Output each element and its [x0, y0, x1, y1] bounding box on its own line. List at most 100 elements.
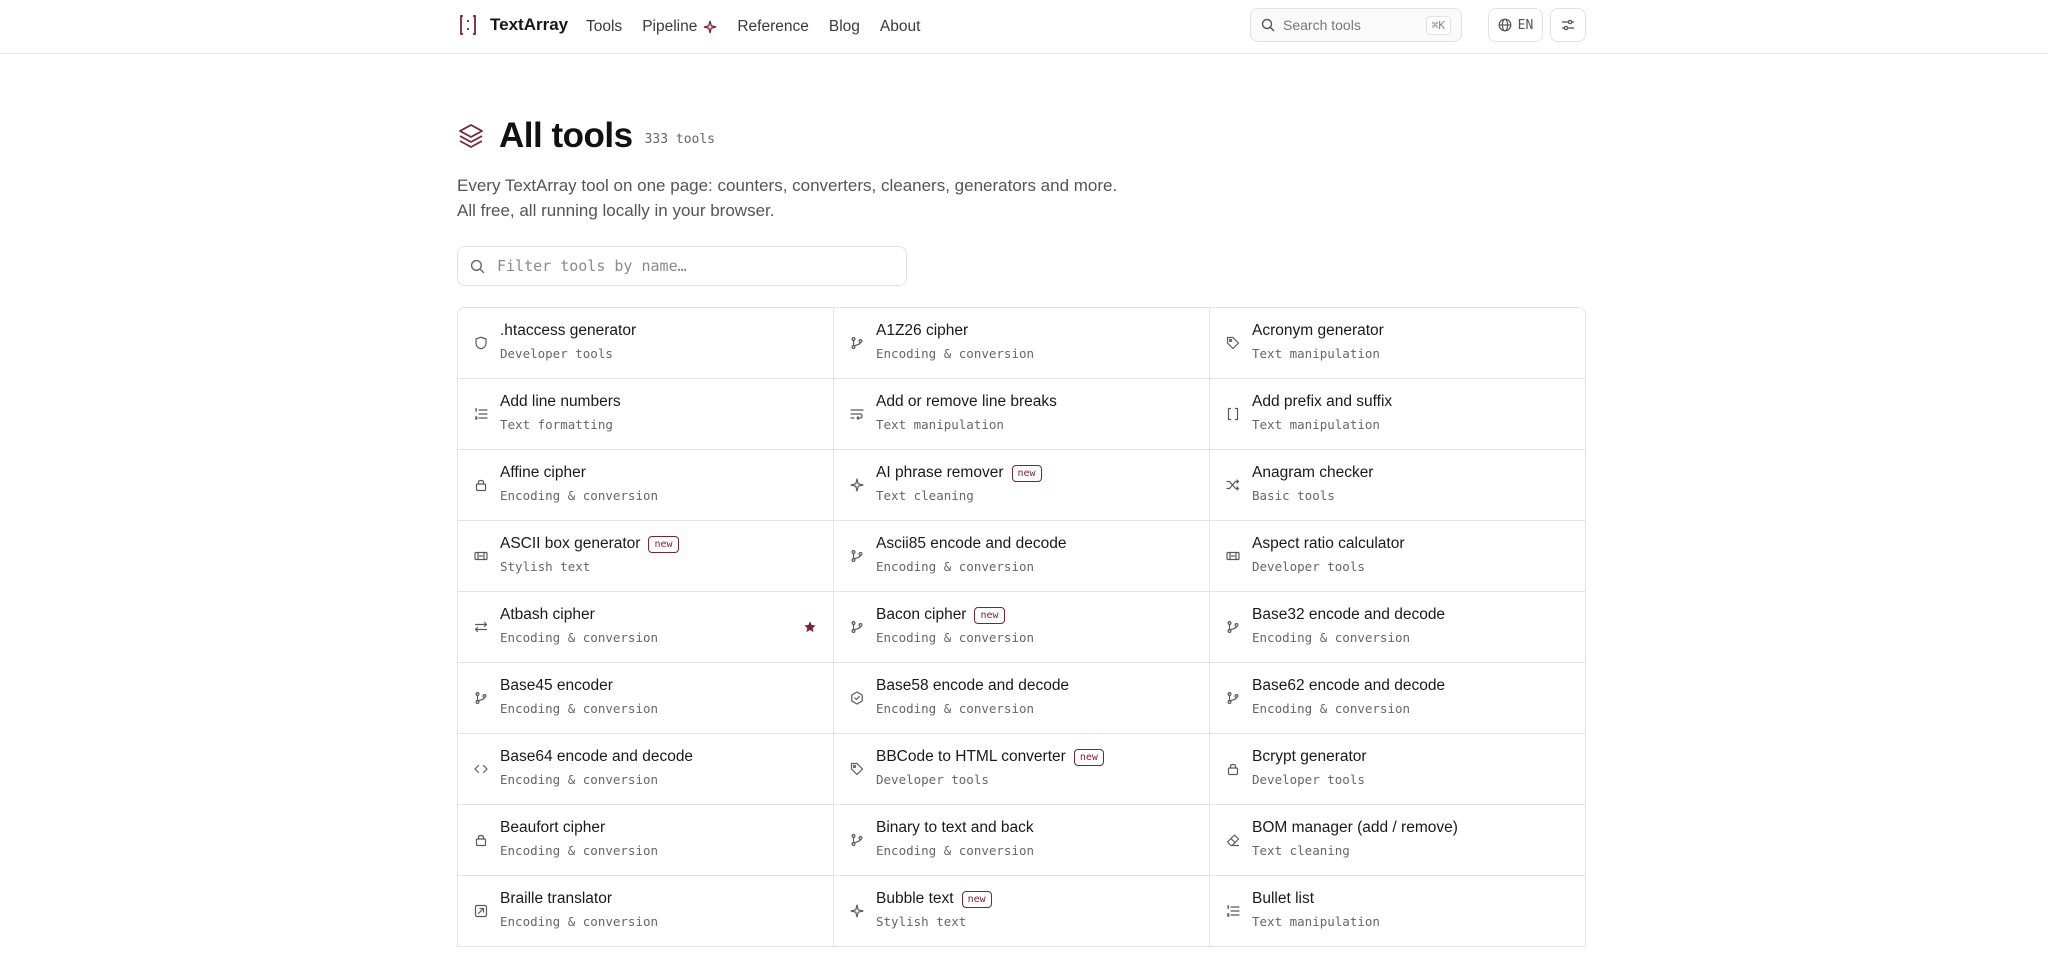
shuffle-icon	[1226, 478, 1240, 492]
tool-name-row: Add line numbers	[500, 393, 621, 411]
layers-icon	[459, 124, 483, 148]
shield-icon	[474, 336, 488, 350]
tool-name: Affine cipher	[500, 464, 586, 481]
nav-about[interactable]: About	[880, 18, 921, 36]
nav-reference[interactable]: Reference	[737, 18, 809, 36]
top-navigation-bar: TextArray Tools Pipeline Reference Blog …	[0, 0, 2048, 54]
search-icon	[1261, 18, 1275, 32]
tool-card[interactable]: Bubble text new Stylish text	[834, 876, 1210, 947]
tool-name-row: Bacon cipher new	[876, 606, 1005, 624]
tool-card[interactable]: Add or remove line breaks Text manipulati…	[834, 379, 1210, 450]
sparkle-icon	[850, 904, 864, 918]
nav-blog[interactable]: Blog	[829, 18, 860, 36]
tool-card[interactable]: Base62 encode and decode Encoding & conve…	[1210, 663, 1585, 734]
filter-field[interactable]	[457, 246, 907, 286]
brackets-icon	[1226, 407, 1240, 421]
tool-card[interactable]: Base58 encode and decode Encoding & conve…	[834, 663, 1210, 734]
tool-card[interactable]: BOM manager (add / remove) Text cleaning	[1210, 805, 1585, 876]
tool-category: Encoding & conversion	[876, 346, 1035, 361]
tool-card[interactable]: Affine cipher Encoding & conversion	[458, 450, 834, 521]
git-branch-icon	[850, 549, 864, 563]
tool-card[interactable]: Bcrypt generator Developer tools	[1210, 734, 1585, 805]
new-badge: new	[1011, 464, 1042, 482]
braille-icon	[474, 904, 488, 918]
tool-card[interactable]: Base64 encode and decode Encoding & conve…	[458, 734, 834, 805]
tool-category: Text manipulation	[1252, 914, 1380, 929]
tool-name-row: AI phrase remover new	[876, 464, 1042, 482]
ticket-icon	[474, 549, 488, 563]
tool-card[interactable]: .htaccess generator Developer tools	[458, 308, 834, 379]
favorite-star-icon[interactable]	[803, 620, 817, 634]
nav-about-label: About	[879, 17, 921, 35]
tool-name-row: ASCII box generator new	[500, 535, 679, 553]
tool-name: Add prefix and suffix	[1252, 393, 1393, 410]
tool-category: Encoding & conversion	[500, 914, 659, 929]
tool-card[interactable]: Atbash cipher Encoding & conversion	[458, 592, 834, 663]
lock-icon	[474, 833, 488, 847]
tool-name: Acronym generator	[1252, 322, 1384, 339]
sliders-icon	[1562, 19, 1574, 31]
tool-category: Developer tools	[1252, 559, 1365, 574]
tool-card[interactable]: Bacon cipher new Encoding & conversion	[834, 592, 1210, 663]
settings-button[interactable]	[1550, 8, 1586, 42]
language-switcher[interactable]: EN	[1488, 8, 1543, 42]
nav-reference-label: Reference	[737, 17, 809, 35]
tool-card[interactable]: Acronym generator Text manipulation	[1210, 308, 1585, 379]
list-numbered-icon	[1226, 904, 1240, 918]
language-label: EN	[1517, 17, 1534, 33]
tool-card[interactable]: BBCode to HTML converter new Developer too…	[834, 734, 1210, 805]
sparkle-icon	[850, 478, 864, 492]
tool-card[interactable]: AI phrase remover new Text cleaning	[834, 450, 1210, 521]
tool-card[interactable]: Bullet list Text manipulation	[1210, 876, 1585, 947]
tool-card[interactable]: Beaufort cipher Encoding & conversion	[458, 805, 834, 876]
tool-category: Encoding & conversion	[500, 701, 659, 716]
tool-name: Base58 encode and decode	[876, 677, 1070, 694]
tool-name: Add or remove line breaks	[876, 393, 1057, 410]
search-shortcut: ⌘K	[1425, 15, 1451, 35]
tool-name-row: Ascii85 encode and decode	[876, 535, 1066, 553]
git-branch-icon	[850, 620, 864, 634]
tool-name: Bacon cipher	[876, 606, 967, 623]
tool-category: Developer tools	[1252, 772, 1365, 787]
tool-card[interactable]: Base32 encode and decode Encoding & conve…	[1210, 592, 1585, 663]
swap-icon	[474, 620, 488, 634]
tool-category: Encoding & conversion	[876, 630, 1035, 645]
tool-name-row: BBCode to HTML converter new	[876, 748, 1104, 766]
tool-card[interactable]: Base45 encoder Encoding & conversion	[458, 663, 834, 734]
tool-name-row: Aspect ratio calculator	[1252, 535, 1405, 553]
nav-tools[interactable]: Tools	[586, 18, 622, 36]
list-numbered-icon	[474, 407, 488, 421]
tool-name-row: A1Z26 cipher	[876, 322, 968, 340]
new-badge: new	[648, 535, 679, 553]
tool-name-row: BOM manager (add / remove)	[1252, 819, 1458, 837]
tool-name-row: Base32 encode and decode	[1252, 606, 1445, 624]
tool-card[interactable]: Add prefix and suffix Text manipulation	[1210, 379, 1585, 450]
tool-name: Braille translator	[500, 890, 612, 907]
tool-card[interactable]: Add line numbers Text formatting	[458, 379, 834, 450]
tool-card[interactable]: Aspect ratio calculator Developer tools	[1210, 521, 1585, 592]
new-badge: new	[1073, 748, 1104, 766]
tool-category: Encoding & conversion	[500, 630, 659, 645]
tool-category: Text formatting	[500, 417, 613, 432]
tool-category: Developer tools	[500, 346, 613, 361]
tool-card[interactable]: A1Z26 cipher Encoding & conversion	[834, 308, 1210, 379]
tool-card[interactable]: ASCII box generator new Stylish text	[458, 521, 834, 592]
tool-card[interactable]: Anagram checker Basic tools	[1210, 450, 1585, 521]
tool-name: Atbash cipher	[500, 606, 595, 623]
new-badge: new	[961, 890, 992, 908]
tool-card[interactable]: Braille translator Encoding & conversion	[458, 876, 834, 947]
tool-name: Aspect ratio calculator	[1252, 535, 1405, 552]
tool-card[interactable]: Binary to text and back Encoding & conver…	[834, 805, 1210, 876]
tool-category: Encoding & conversion	[500, 772, 659, 787]
tool-category: Text manipulation	[876, 417, 1004, 432]
tool-name: Bullet list	[1252, 890, 1315, 907]
tool-category: Encoding & conversion	[876, 559, 1035, 574]
tool-category: Encoding & conversion	[876, 701, 1035, 716]
search-tools-button[interactable]: Search tools ⌘K	[1250, 8, 1462, 42]
filter-input[interactable]	[495, 256, 894, 276]
brand-logo-link[interactable]: TextArray	[458, 14, 568, 36]
tool-card[interactable]: Ascii85 encode and decode Encoding & conv…	[834, 521, 1210, 592]
nav-pipeline[interactable]: Pipeline	[642, 18, 717, 36]
tool-name-row: Binary to text and back	[876, 819, 1034, 837]
tool-name: Base45 encoder	[500, 677, 613, 694]
